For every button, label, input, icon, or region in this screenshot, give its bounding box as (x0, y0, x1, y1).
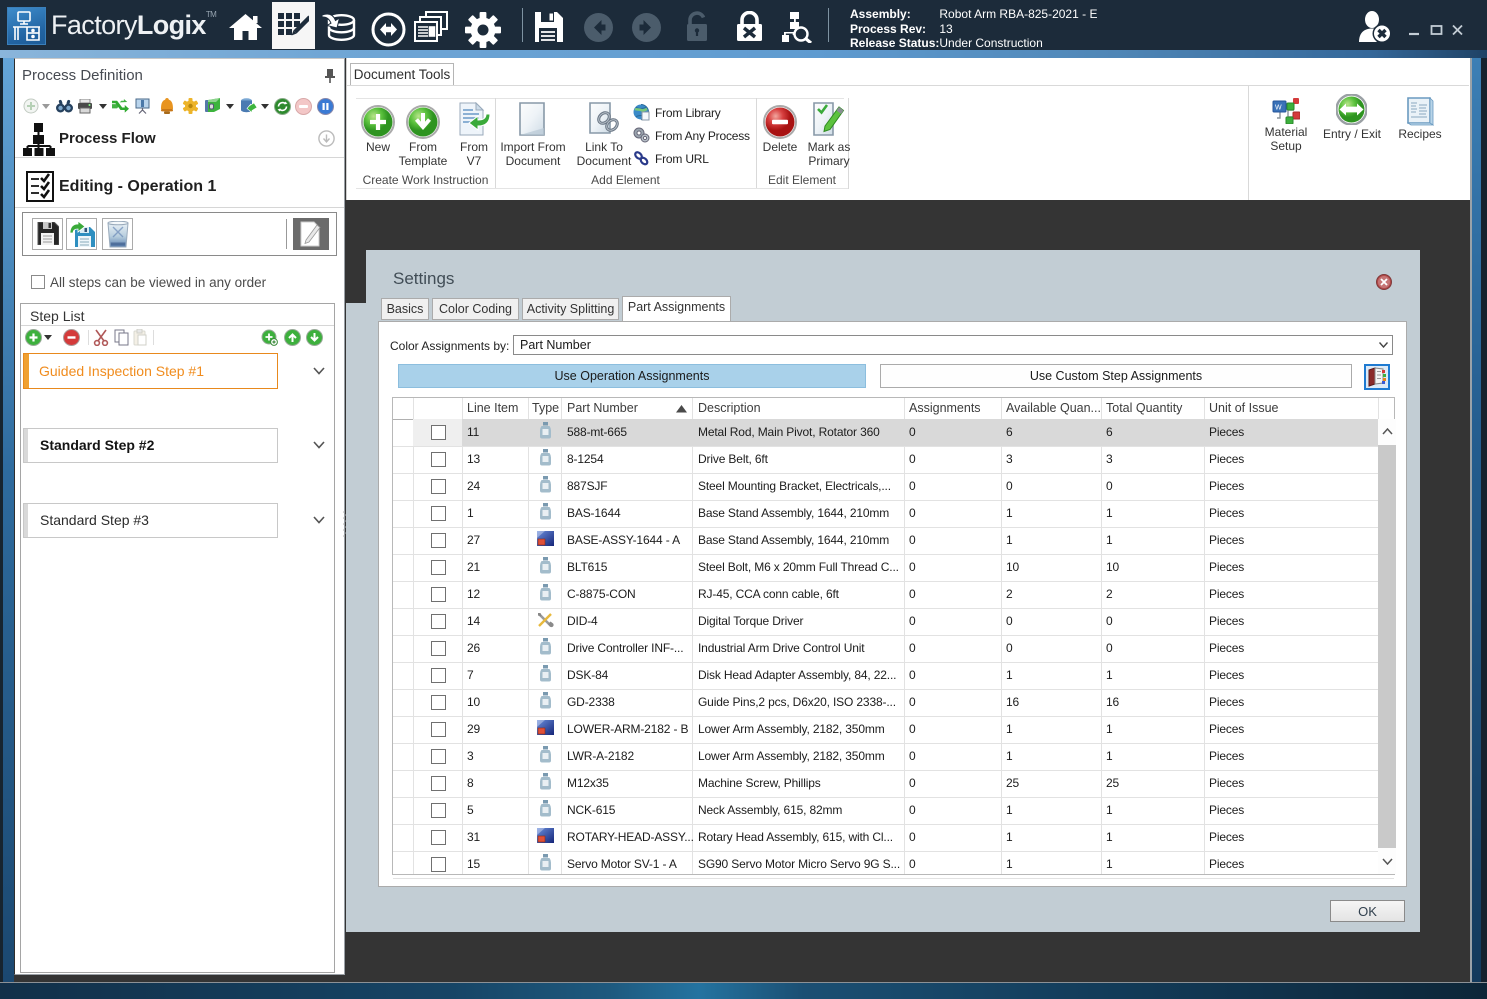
svg-text:W: W (1275, 105, 1282, 112)
